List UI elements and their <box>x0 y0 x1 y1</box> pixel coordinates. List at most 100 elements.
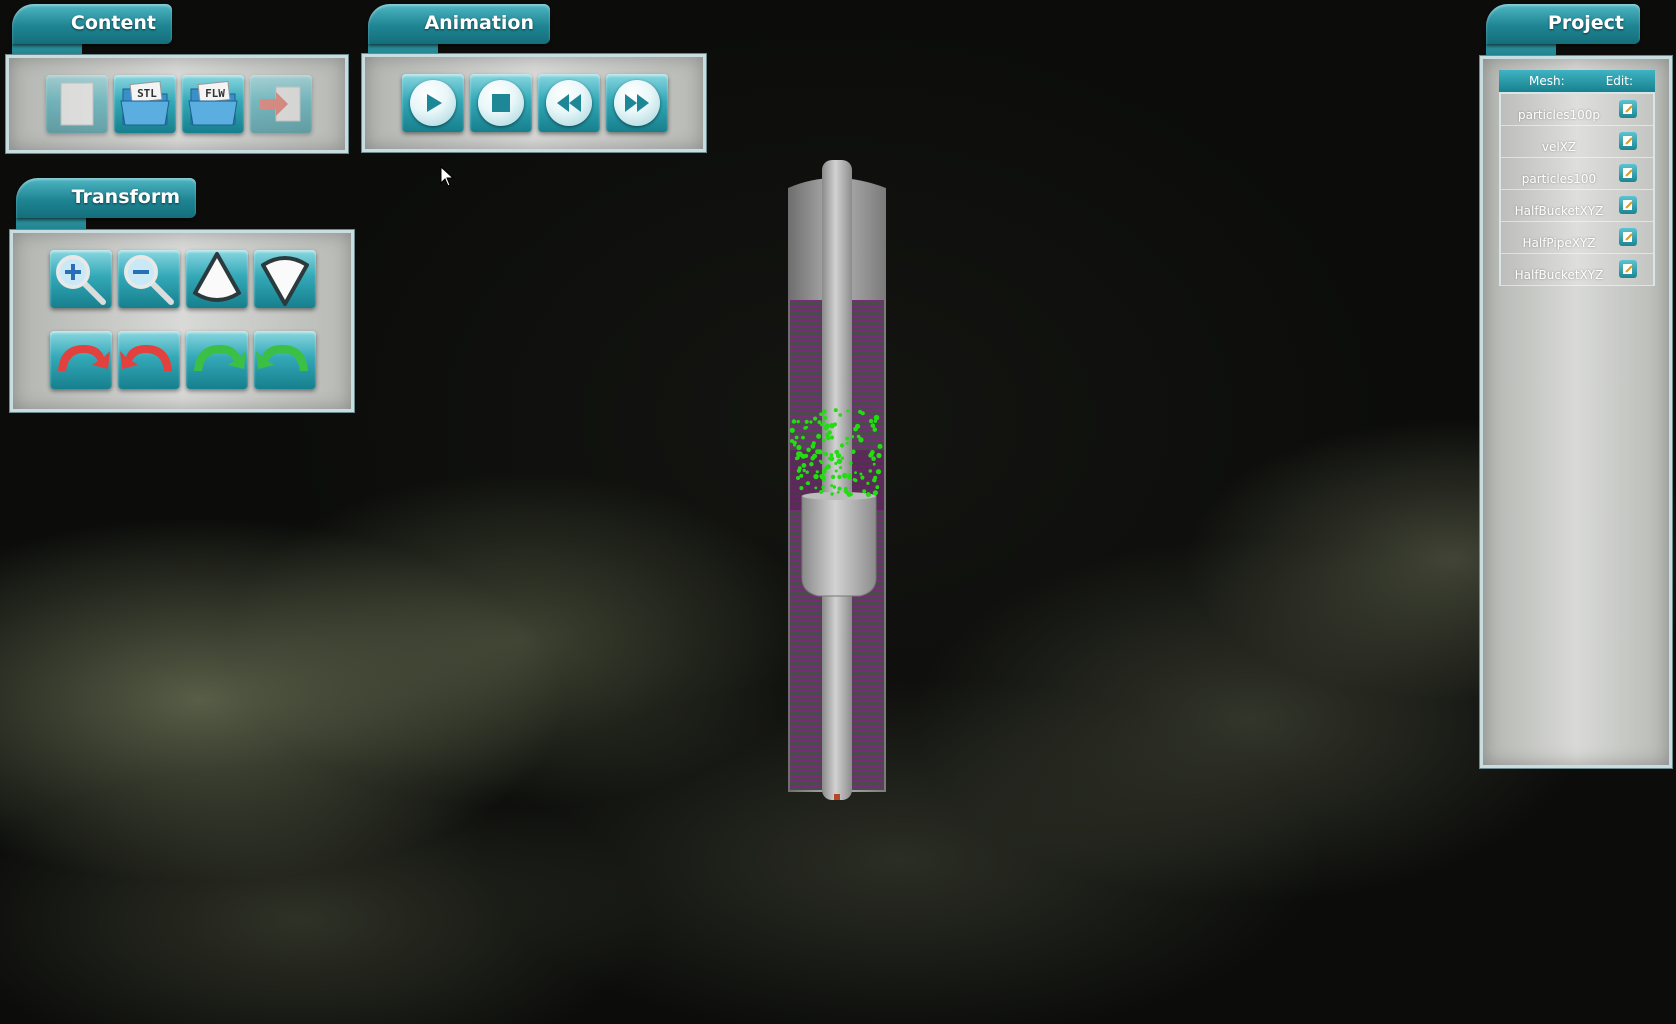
particle <box>868 418 874 424</box>
particle <box>845 441 849 445</box>
rotate-right-green-button[interactable] <box>254 331 316 389</box>
particle <box>852 478 857 482</box>
mesh-list-item[interactable]: velXZ <box>1501 126 1653 158</box>
particle <box>822 409 827 414</box>
particle <box>823 415 828 421</box>
project-mesh-list: particles100p velXZ particles100 HalfBuc… <box>1499 92 1655 286</box>
particle <box>834 461 838 466</box>
particle <box>811 441 816 446</box>
particle <box>794 435 799 440</box>
rotate-left-green-button[interactable] <box>186 331 248 389</box>
particle <box>845 436 850 441</box>
particle <box>860 475 865 480</box>
particle <box>805 470 809 474</box>
particle <box>840 456 845 460</box>
rewind-icon-circle <box>546 80 592 126</box>
mesh-name: HalfBucketXYZ <box>1514 267 1604 282</box>
edit-pencil-icon[interactable] <box>1619 100 1637 118</box>
mesh-name: HalfPipeXYZ <box>1522 235 1596 250</box>
particle <box>873 414 880 421</box>
rotate-green-left-icon <box>194 345 246 371</box>
edit-pencil-icon[interactable] <box>1619 260 1637 278</box>
particle <box>799 473 804 478</box>
diamond-up-icon <box>193 252 241 302</box>
transform-panel-tab: Transform <box>16 178 196 234</box>
3d-viewport[interactable] <box>760 160 910 810</box>
new-document-button[interactable] <box>46 75 108 133</box>
mesh-name: particles100 <box>1521 171 1597 186</box>
particle <box>837 474 842 480</box>
particle <box>806 481 810 486</box>
particle <box>847 473 852 477</box>
edit-pencil-icon[interactable] <box>1619 196 1637 214</box>
particle <box>802 468 806 473</box>
export-button[interactable] <box>250 75 312 133</box>
mesh-list-item[interactable]: HalfBucketXYZ <box>1501 254 1653 286</box>
zoom-in-button[interactable] <box>50 250 112 308</box>
edit-pencil-icon[interactable] <box>1619 132 1637 150</box>
mesh-column-header: Mesh: <box>1529 74 1565 88</box>
particle <box>848 461 853 465</box>
flw-label: FLW <box>205 87 225 100</box>
particle <box>875 469 882 475</box>
particle <box>833 408 838 413</box>
particle <box>815 470 819 474</box>
particle <box>829 453 834 457</box>
particle <box>830 492 834 496</box>
particle <box>803 426 808 430</box>
move-down-button[interactable] <box>254 250 316 308</box>
stop-button[interactable] <box>470 74 532 132</box>
open-stl-button[interactable]: STL <box>114 75 176 133</box>
stl-label: STL <box>137 87 157 100</box>
particle <box>809 462 814 467</box>
edit-pencil-icon[interactable] <box>1619 228 1637 246</box>
mesh-list-item[interactable]: HalfPipeXYZ <box>1501 222 1653 254</box>
zoom-out-button[interactable] <box>118 250 180 308</box>
fast-forward-button[interactable] <box>606 74 668 132</box>
particle <box>790 439 794 443</box>
particle <box>796 444 802 451</box>
mesh-list-item[interactable]: particles100 <box>1501 158 1653 190</box>
particle <box>817 449 823 455</box>
particle <box>832 485 837 489</box>
rotate-right-red-button[interactable] <box>118 331 180 389</box>
particle <box>796 419 800 424</box>
particle <box>842 472 848 479</box>
particle <box>856 434 861 439</box>
particle <box>871 456 876 462</box>
project-list-header: Mesh: Edit: <box>1499 70 1655 92</box>
particle <box>855 423 861 429</box>
particle <box>872 427 878 432</box>
content-panel-body: STL FLW <box>6 55 348 153</box>
particle <box>820 423 823 427</box>
particle <box>830 484 834 488</box>
particle <box>836 490 840 494</box>
particle <box>872 462 876 466</box>
particle <box>821 469 827 475</box>
animation-panel-tab: Animation <box>368 4 550 60</box>
stop-icon-circle <box>478 80 524 126</box>
rotate-left-red-button[interactable] <box>50 331 112 389</box>
transform-panel-body <box>10 230 354 412</box>
document-icon <box>60 82 94 126</box>
open-flw-button[interactable]: FLW <box>182 75 244 133</box>
particle <box>823 451 829 457</box>
particle <box>838 413 843 417</box>
mesh-name: HalfBucketXYZ <box>1514 203 1604 218</box>
particle <box>818 459 822 463</box>
particle <box>813 473 819 480</box>
rewind-button[interactable] <box>538 74 600 132</box>
play-icon-circle <box>410 80 456 126</box>
mesh-name: particles100p <box>1517 107 1601 122</box>
particle <box>837 486 842 491</box>
play-button[interactable] <box>402 74 464 132</box>
mesh-list-item[interactable]: HalfBucketXYZ <box>1501 190 1653 222</box>
fast-forward-icon <box>625 94 649 112</box>
mesh-list-item[interactable]: particles100p <box>1501 94 1653 126</box>
move-up-button[interactable] <box>186 250 248 308</box>
particle <box>836 458 843 464</box>
particle <box>876 452 882 459</box>
play-icon <box>427 94 442 112</box>
edit-pencil-icon[interactable] <box>1619 164 1637 182</box>
particle <box>877 443 883 449</box>
